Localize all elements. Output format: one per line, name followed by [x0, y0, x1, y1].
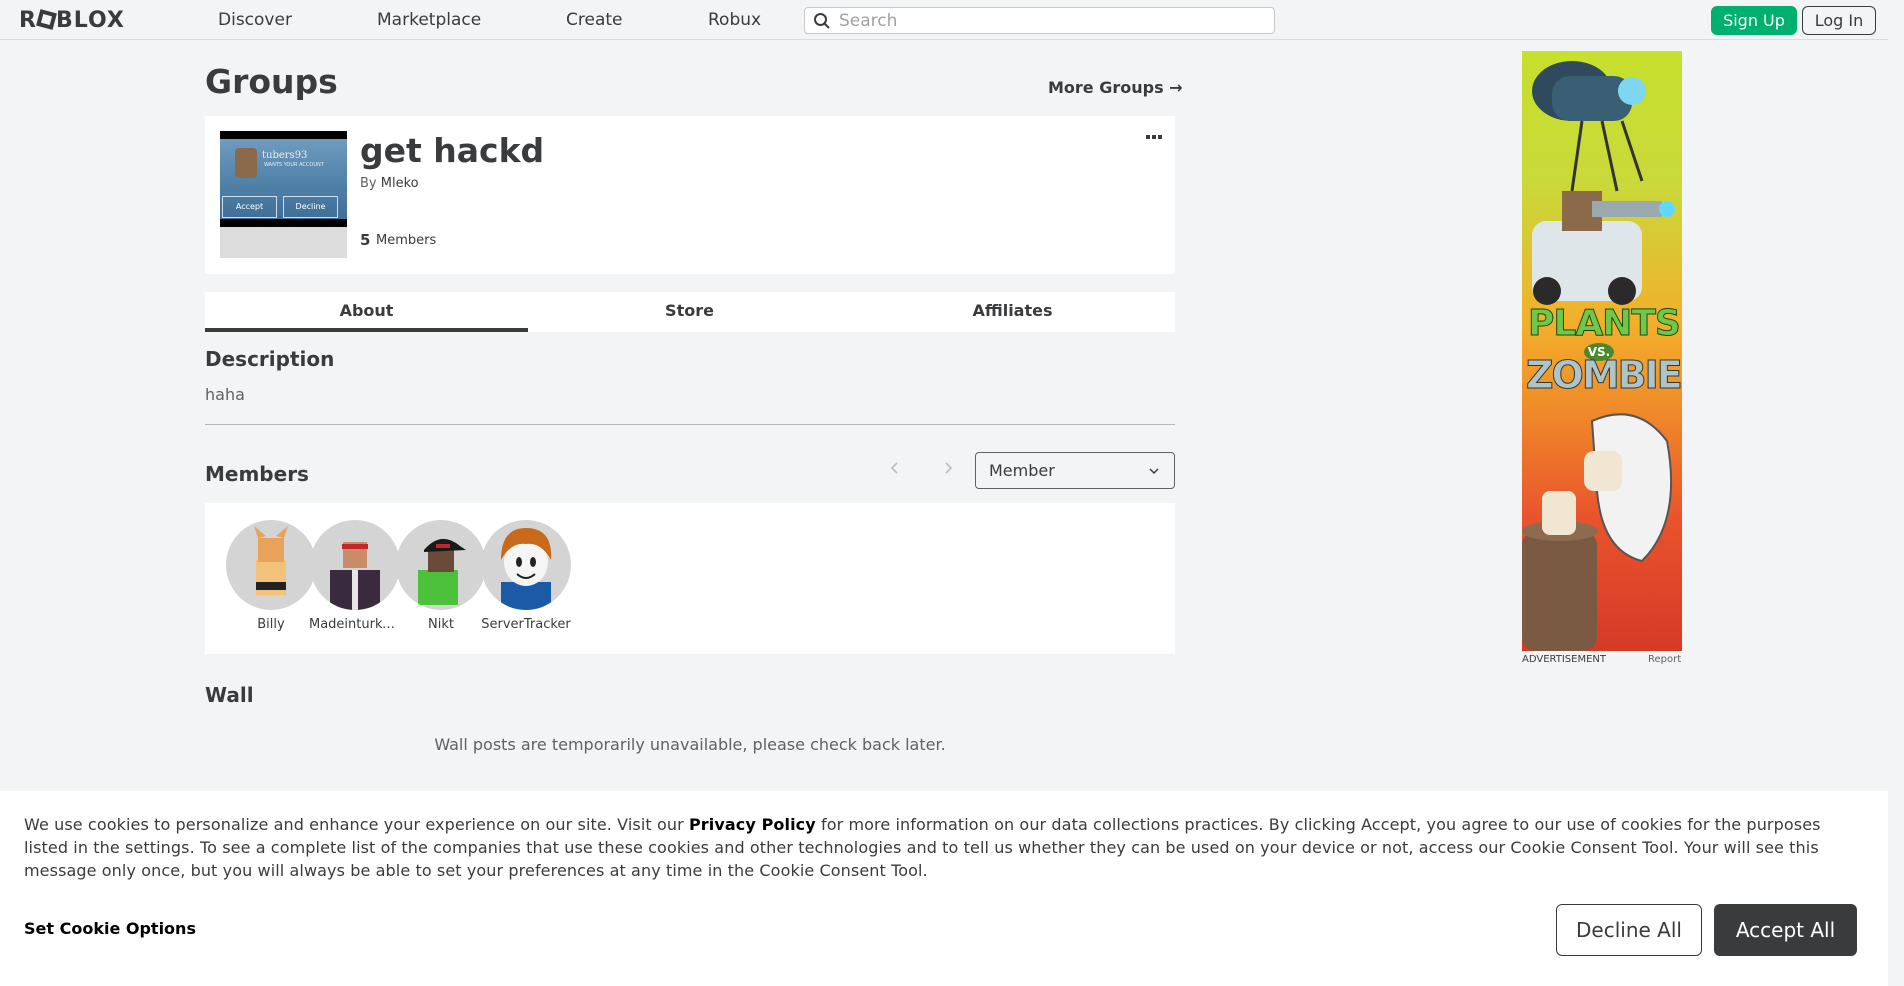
cookie-banner: We use cookies to personalize and enhanc…	[0, 791, 1888, 986]
thumbnail-accept: Accept	[222, 196, 277, 218]
advertisement-banner[interactable]: PLANTS VS. ZOMBIES	[1522, 51, 1682, 651]
cookie-message: We use cookies to personalize and enhanc…	[24, 813, 1854, 882]
thumbnail-name: tubers93	[262, 150, 308, 161]
chevron-down-icon	[1149, 468, 1159, 475]
group-thumbnail: tubers93 WANTS YOUR ACCOUNT Accept Decli…	[220, 131, 347, 258]
avatar-image	[330, 542, 380, 610]
group-tabs: About Store Affiliates	[205, 292, 1175, 332]
members-heading: Members	[205, 462, 309, 486]
search-box	[804, 7, 1275, 34]
ad-title-zombies: ZOMBIES	[1525, 353, 1682, 398]
chevron-left-icon[interactable]	[887, 460, 903, 476]
tab-store[interactable]: Store	[528, 292, 851, 332]
avatar[interactable]	[396, 520, 486, 610]
members-list: Billy Madeinturke... Nikt ServerTracker	[205, 503, 1175, 654]
accept-all-button[interactable]: Accept All	[1714, 904, 1857, 956]
set-cookie-options-link[interactable]: Set Cookie Options	[24, 919, 196, 938]
owner-link[interactable]: Mleko	[381, 176, 419, 191]
cookie-text-pre: We use cookies to personalize and enhanc…	[24, 815, 689, 834]
chevron-right-icon[interactable]	[940, 460, 956, 476]
ad-label: ADVERTISEMENT	[1522, 654, 1607, 665]
member-name[interactable]: Billy	[225, 617, 317, 632]
role-dropdown[interactable]: Member	[975, 452, 1175, 489]
decline-all-button[interactable]: Decline All	[1556, 904, 1702, 956]
description-text: haha	[205, 385, 245, 404]
log-in-button[interactable]: Log In	[1802, 6, 1876, 35]
member-name[interactable]: ServerTracker	[480, 617, 572, 632]
avatar-image	[254, 526, 288, 595]
nav-marketplace[interactable]: Marketplace	[377, 10, 481, 30]
member-card[interactable]: Madeinturke...	[305, 520, 405, 632]
nav-robux[interactable]: Robux	[708, 10, 761, 30]
sign-up-button[interactable]: Sign Up	[1711, 6, 1797, 35]
member-card[interactable]: ServerTracker	[476, 520, 576, 632]
nav-create[interactable]: Create	[566, 10, 623, 30]
thumbnail-decline: Decline	[283, 196, 338, 218]
avatar-image	[418, 538, 466, 605]
group-owner: By Mleko	[360, 176, 419, 191]
member-name[interactable]: Nikt	[395, 617, 487, 632]
wall-unavailable-message: Wall posts are temporarily unavailable, …	[434, 735, 946, 754]
search-icon	[814, 13, 830, 29]
avatar[interactable]	[226, 520, 316, 610]
divider	[205, 424, 1175, 425]
more-options-icon[interactable]	[1145, 134, 1163, 142]
top-nav: R BLOX Discover Marketplace Create Robux …	[0, 0, 1888, 40]
avatar[interactable]	[481, 520, 571, 610]
avatar-image	[501, 528, 552, 610]
member-count-label: Members	[376, 233, 437, 248]
member-count: 5	[360, 231, 371, 249]
role-dropdown-value: Member	[989, 461, 1055, 480]
wall-heading: Wall	[205, 683, 254, 707]
nav-discover[interactable]: Discover	[218, 10, 292, 30]
privacy-policy-link[interactable]: Privacy Policy	[689, 815, 816, 834]
thumbnail-avatar	[235, 148, 257, 178]
member-name[interactable]: Madeinturke...	[309, 617, 401, 632]
roblox-logo[interactable]: R BLOX	[19, 8, 125, 33]
ad-title-plants: PLANTS	[1528, 303, 1682, 345]
more-groups-link[interactable]: More Groups →	[1048, 78, 1183, 97]
by-label: By	[360, 176, 377, 191]
page-title: Groups	[205, 62, 338, 101]
thumbnail-subtitle: WANTS YOUR ACCOUNT	[264, 162, 324, 168]
group-header-card: tubers93 WANTS YOUR ACCOUNT Accept Decli…	[205, 116, 1175, 274]
group-name: get hackd	[360, 131, 545, 170]
description-heading: Description	[205, 347, 335, 371]
tab-affiliates[interactable]: Affiliates	[851, 292, 1174, 332]
ad-report-link[interactable]: Report	[1648, 654, 1681, 665]
tab-about[interactable]: About	[205, 292, 528, 332]
avatar[interactable]	[310, 520, 400, 610]
search-input[interactable]	[839, 10, 1259, 31]
